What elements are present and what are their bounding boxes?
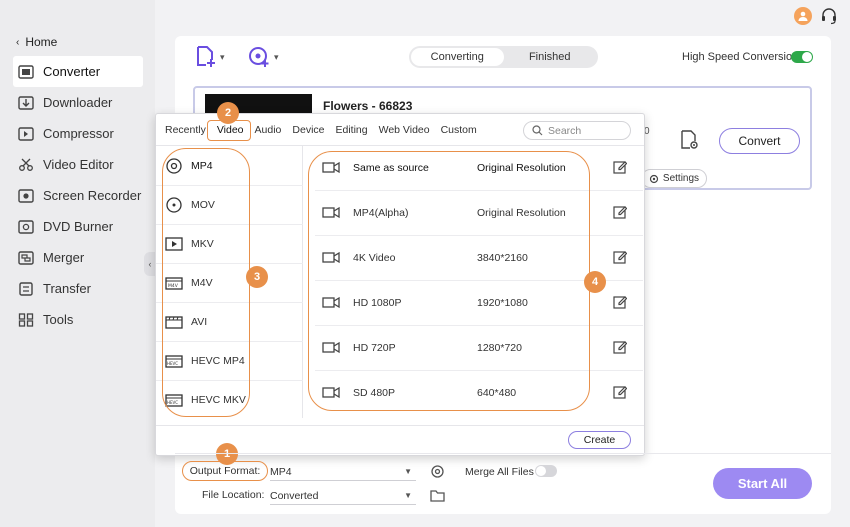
edit-icon[interactable] [613, 160, 627, 174]
annotation-badge-2: 2 [217, 102, 239, 124]
tab-finished[interactable]: Finished [504, 48, 597, 66]
compressor-icon [17, 126, 35, 141]
output-format-select[interactable]: MP4 ▼ [270, 463, 416, 481]
sidebar-item-label: Transfer [43, 281, 91, 296]
downloader-icon [17, 95, 35, 110]
file-location-value: Converted [270, 489, 319, 502]
chevron-down-icon[interactable]: ▾ [274, 52, 279, 63]
output-settings-icon[interactable] [430, 464, 445, 479]
sidebar-nav: Converter Downloader Compressor Video Ed… [13, 56, 143, 335]
dvd-burner-icon [17, 219, 35, 234]
sidebar: ‹ Home Converter Downloader Compressor V… [0, 0, 155, 527]
sidebar-item-compressor[interactable]: Compressor [13, 118, 143, 149]
annotation-badge-4: 4 [584, 271, 606, 293]
transfer-icon [17, 281, 35, 296]
edit-icon[interactable] [613, 250, 627, 264]
edit-icon[interactable] [613, 385, 627, 399]
headset-support-icon[interactable] [820, 7, 838, 25]
category-tab-device[interactable]: Device [292, 124, 324, 136]
category-tab-web-video[interactable]: Web Video [379, 124, 430, 136]
format-search-input[interactable]: Search [523, 121, 631, 140]
user-account-icon[interactable] [794, 7, 812, 25]
gear-icon [649, 174, 659, 183]
add-file-icon [197, 46, 215, 67]
merger-icon [17, 250, 35, 265]
folder-icon[interactable] [430, 489, 445, 502]
chevron-down-icon: ▼ [404, 491, 412, 500]
category-tab-custom[interactable]: Custom [441, 124, 477, 136]
high-speed-toggle[interactable] [791, 51, 813, 63]
divider [156, 425, 644, 426]
sidebar-item-converter[interactable]: Converter [13, 56, 143, 87]
create-button[interactable]: Create [568, 431, 631, 449]
divider [175, 453, 831, 454]
sidebar-item-label: Converter [43, 64, 101, 79]
tab-converting[interactable]: Converting [411, 48, 504, 66]
category-tab-audio[interactable]: Audio [255, 124, 282, 136]
settings-button[interactable]: Settings [641, 169, 707, 188]
add-disc-icon [249, 47, 269, 67]
sidebar-item-screen-recorder[interactable]: Screen Recorder [13, 180, 143, 211]
add-files-button[interactable]: ▾ [196, 46, 225, 68]
file-location-label: File Location: [202, 489, 265, 501]
file-location-select[interactable]: Converted ▼ [270, 487, 416, 505]
category-tab-editing[interactable]: Editing [336, 124, 368, 136]
sidebar-item-transfer[interactable]: Transfer [13, 273, 143, 304]
search-icon [532, 125, 543, 136]
load-dvd-button[interactable]: ▾ [248, 46, 279, 68]
category-tab-recently[interactable]: Recently [165, 124, 206, 136]
sidebar-item-downloader[interactable]: Downloader [13, 87, 143, 118]
sidebar-item-label: Compressor [43, 126, 114, 141]
screen-recorder-icon [17, 188, 35, 203]
edit-icon[interactable] [613, 340, 627, 354]
status-tabs: Converting Finished [409, 46, 598, 68]
sidebar-item-dvd-burner[interactable]: DVD Burner [13, 211, 143, 242]
format-list-highlight [162, 148, 250, 417]
resolution-list-highlight [308, 151, 590, 411]
home-link[interactable]: ‹ Home [16, 35, 57, 49]
edit-icon[interactable] [613, 295, 627, 309]
output-format-value: MP4 [270, 465, 292, 478]
merge-all-files-label: Merge All Files [465, 466, 534, 478]
sidebar-item-label: Downloader [43, 95, 113, 110]
annotation-badge-3: 3 [246, 266, 268, 288]
converter-icon [17, 64, 35, 79]
sidebar-item-merger[interactable]: Merger [13, 242, 143, 273]
convert-button[interactable]: Convert [719, 128, 800, 154]
sidebar-item-label: Screen Recorder [43, 188, 142, 203]
tools-icon [17, 312, 35, 327]
chevron-left-icon: ‹ [16, 36, 20, 48]
sidebar-item-label: Tools [43, 312, 74, 327]
sidebar-item-label: Video Editor [43, 157, 114, 172]
chevron-down-icon[interactable]: ▾ [220, 52, 225, 63]
search-placeholder: Search [548, 124, 582, 137]
chevron-down-icon: ▼ [404, 467, 412, 476]
start-all-button[interactable]: Start All [713, 468, 812, 499]
sidebar-item-label: Merger [43, 250, 85, 265]
home-label: Home [25, 35, 58, 49]
merge-all-files-toggle[interactable] [535, 465, 557, 477]
edit-icon[interactable] [613, 205, 627, 219]
high-speed-label: High Speed Conversion [682, 51, 799, 63]
sidebar-item-tools[interactable]: Tools [13, 304, 143, 335]
settings-label: Settings [662, 173, 700, 184]
chevron-left-icon: ‹ [148, 259, 152, 269]
file-settings-icon[interactable] [678, 129, 700, 151]
sidebar-item-video-editor[interactable]: Video Editor [13, 149, 143, 180]
sidebar-item-label: DVD Burner [43, 219, 114, 234]
output-format-label: Output Format: [182, 461, 268, 481]
video-editor-icon [17, 158, 35, 172]
file-name: Flowers - 66823 [323, 99, 413, 113]
